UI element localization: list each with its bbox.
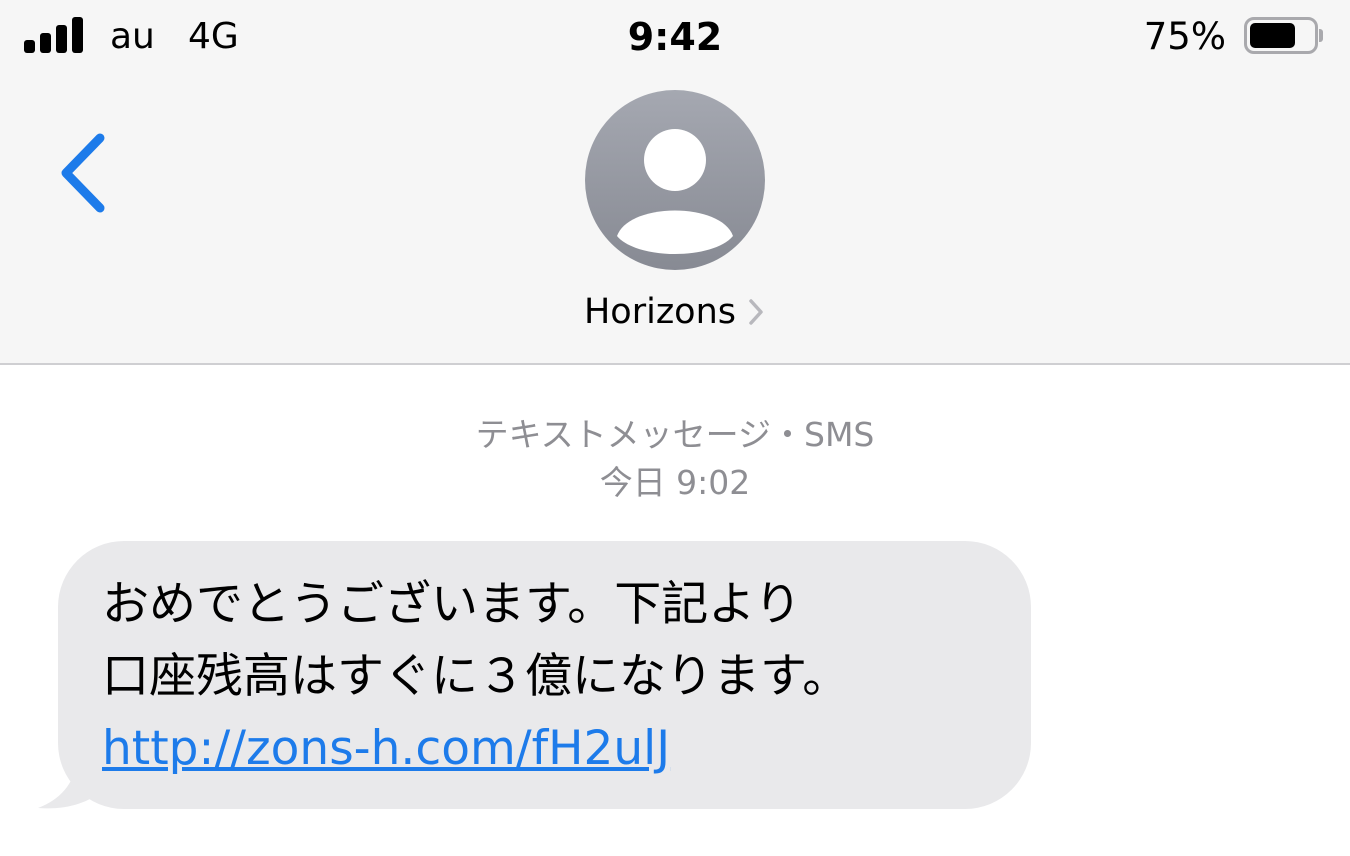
contact-avatar[interactable] bbox=[585, 90, 765, 270]
message-text-line: おめでとうございます。下記より bbox=[102, 577, 802, 632]
message-type-label: テキストメッセージ・SMS bbox=[475, 415, 875, 454]
signal-bar bbox=[56, 25, 67, 53]
contact-name: Horizons bbox=[583, 292, 737, 332]
message-timestamp: 今日 9:02 bbox=[599, 463, 751, 502]
status-time: 9:42 bbox=[627, 15, 723, 59]
message-text-line: 口座残高はすぐに３億になります。 bbox=[102, 649, 850, 704]
battery-icon bbox=[1244, 17, 1323, 54]
incoming-message-bubble[interactable]: おめでとうございます。下記より 口座残高はすぐに３億になります。 http://… bbox=[58, 541, 1031, 809]
signal-bar bbox=[24, 40, 35, 53]
battery-percentage: 75% bbox=[1143, 15, 1226, 58]
network-type: 4G bbox=[188, 16, 239, 57]
chevron-left-icon bbox=[61, 133, 105, 213]
battery-nub bbox=[1319, 29, 1323, 42]
carrier-name: au bbox=[110, 16, 155, 57]
chevron-right-icon bbox=[749, 299, 763, 325]
contact-name-button[interactable]: Horizons bbox=[0, 288, 1350, 336]
status-bar: au 4G 9:42 75% bbox=[0, 0, 1350, 76]
person-icon bbox=[617, 129, 733, 254]
battery-fill bbox=[1250, 23, 1295, 48]
signal-bar bbox=[72, 17, 83, 53]
message-link[interactable]: http://zons-h.com/fH2ulJ bbox=[102, 721, 670, 776]
signal-strength-icon bbox=[24, 17, 84, 53]
signal-bar bbox=[40, 33, 51, 53]
navigation-header: au 4G 9:42 75% Horizons bbox=[0, 0, 1350, 365]
back-button[interactable] bbox=[52, 128, 116, 218]
